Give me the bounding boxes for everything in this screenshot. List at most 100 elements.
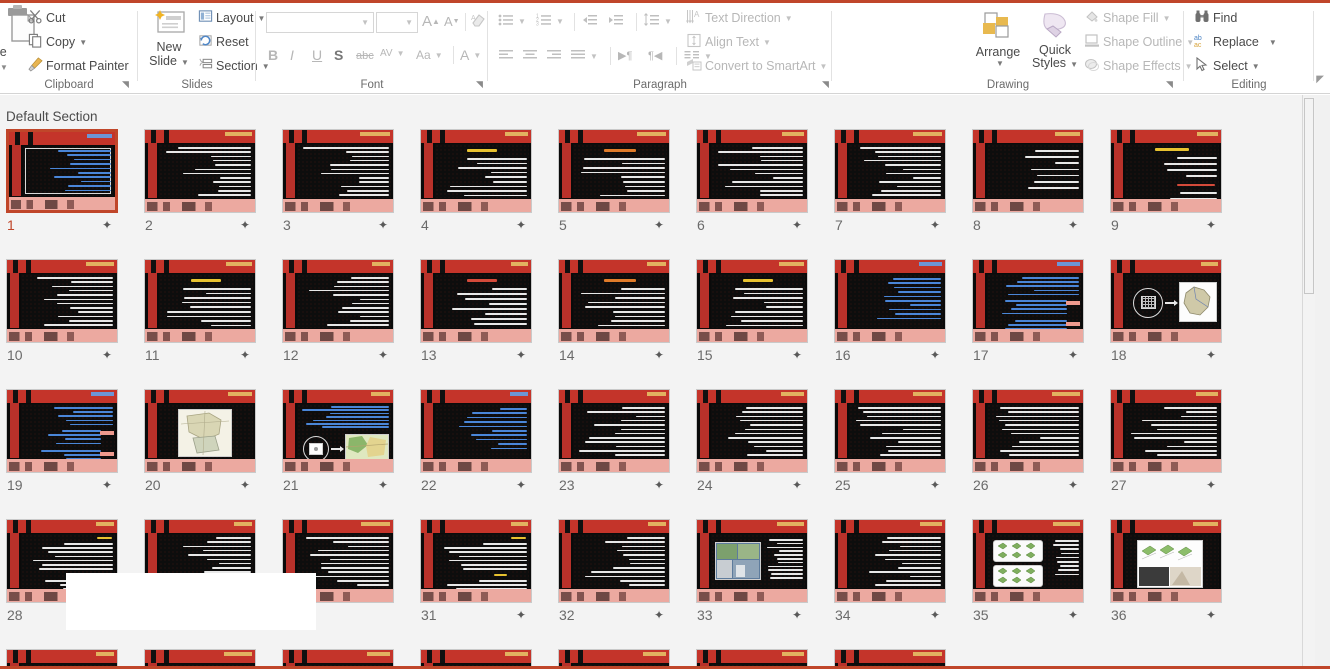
slide-thumbnail[interactable]: [144, 129, 256, 213]
rtl-direction-button[interactable]: ¶◀: [648, 49, 662, 62]
animation-star-icon[interactable]: ✦: [516, 479, 526, 491]
ltr-direction-button[interactable]: ▶¶: [618, 49, 632, 62]
slide-thumbnail[interactable]: [558, 519, 670, 603]
slide-thumbnail[interactable]: [1110, 129, 1222, 213]
convert-to-smartart-caret[interactable]: ▼: [819, 62, 827, 71]
section-header[interactable]: Default Section: [6, 109, 98, 124]
text-direction-button[interactable]: A Text Direction ▼: [686, 9, 793, 27]
select-caret[interactable]: ▼: [1252, 62, 1260, 71]
font-color-caret[interactable]: ▼: [473, 51, 481, 60]
change-case-button[interactable]: Aa ▼: [416, 48, 443, 62]
vertical-scrollbar-thumb[interactable]: [1304, 98, 1314, 294]
slide-thumbnail[interactable]: [420, 259, 532, 343]
animation-star-icon[interactable]: ✦: [930, 349, 940, 361]
replace-caret[interactable]: ▼: [1269, 38, 1277, 47]
strikethrough-button[interactable]: abc: [356, 50, 374, 62]
slide-thumbnail[interactable]: [420, 389, 532, 473]
line-spacing-button[interactable]: ▼: [644, 13, 672, 30]
animation-star-icon[interactable]: ✦: [516, 609, 526, 621]
slide-thumbnail[interactable]: [834, 389, 946, 473]
slide-thumbnail[interactable]: [558, 129, 670, 213]
slide-thumbnail[interactable]: [558, 389, 670, 473]
bold-button[interactable]: B: [268, 47, 278, 63]
slide-thumbnail[interactable]: [420, 129, 532, 213]
animation-star-icon[interactable]: ✦: [1206, 349, 1216, 361]
collapse-ribbon-button[interactable]: ◤: [1316, 74, 1324, 85]
animation-star-icon[interactable]: ✦: [792, 609, 802, 621]
italic-button[interactable]: I: [290, 47, 294, 63]
bullets-caret[interactable]: ▼: [518, 17, 526, 26]
slide-thumbnail[interactable]: [1110, 389, 1222, 473]
clipboard-dialog-launcher[interactable]: ◥: [120, 79, 131, 90]
slide-thumbnail[interactable]: [6, 389, 118, 473]
align-center-button[interactable]: [522, 49, 538, 64]
font-name-combo[interactable]: ▼: [266, 12, 374, 33]
align-text-button[interactable]: Align Text ▼: [686, 33, 771, 51]
animation-star-icon[interactable]: ✦: [240, 349, 250, 361]
animation-star-icon[interactable]: ✦: [792, 479, 802, 491]
animation-star-icon[interactable]: ✦: [1068, 609, 1078, 621]
slide-thumbnail[interactable]: [972, 389, 1084, 473]
animation-star-icon[interactable]: ✦: [1068, 219, 1078, 231]
animation-star-icon[interactable]: ✦: [792, 349, 802, 361]
reset-button[interactable]: Reset: [198, 33, 249, 51]
slide-thumbnail[interactable]: [972, 259, 1084, 343]
slide-thumbnail[interactable]: [144, 389, 256, 473]
animation-star-icon[interactable]: ✦: [930, 609, 940, 621]
arrange-button[interactable]: Arrange ▼: [970, 9, 1026, 68]
animation-star-icon[interactable]: ✦: [930, 479, 940, 491]
clear-formatting-button[interactable]: A: [470, 12, 486, 31]
justify-caret[interactable]: ▼: [590, 52, 598, 61]
slide-thumbnail[interactable]: [696, 389, 808, 473]
drawing-dialog-launcher[interactable]: ◥: [1164, 79, 1175, 90]
animation-star-icon[interactable]: ✦: [1206, 609, 1216, 621]
slide-sorter-pane[interactable]: Default Section 1 ✦ 2 ✦ 3 ✦ 4 ✦ 5 ✦ 6 ✦ …: [0, 95, 1330, 669]
shape-outline-button[interactable]: Shape Outline ▼: [1084, 33, 1194, 51]
animation-star-icon[interactable]: ✦: [102, 479, 112, 491]
slide-thumbnail[interactable]: [834, 129, 946, 213]
animation-star-icon[interactable]: ✦: [1206, 219, 1216, 231]
animation-star-icon[interactable]: ✦: [654, 219, 664, 231]
slide-thumbnail[interactable]: [420, 519, 532, 603]
format-painter-button[interactable]: Format Painter: [28, 57, 129, 75]
convert-to-smartart-button[interactable]: Convert to SmartArt ▼: [686, 57, 827, 75]
slide-thumbnail[interactable]: [696, 129, 808, 213]
paragraph-dialog-launcher[interactable]: ◥: [820, 79, 831, 90]
animation-star-icon[interactable]: ✦: [516, 219, 526, 231]
slide-thumbnail[interactable]: [282, 259, 394, 343]
font-size-caret[interactable]: ▼: [405, 18, 413, 27]
animation-star-icon[interactable]: ✦: [930, 219, 940, 231]
animation-star-icon[interactable]: ✦: [240, 479, 250, 491]
slide-thumbnail[interactable]: [1110, 519, 1222, 603]
slide-thumbnail[interactable]: [144, 259, 256, 343]
font-color-button[interactable]: A ▼: [460, 47, 481, 63]
slide-thumbnail[interactable]: [972, 129, 1084, 213]
quick-styles-button[interactable]: Quick Styles ▼: [1028, 9, 1082, 71]
animation-star-icon[interactable]: ✦: [378, 479, 388, 491]
animation-star-icon[interactable]: ✦: [1206, 479, 1216, 491]
align-right-button[interactable]: [546, 49, 562, 64]
text-direction-caret[interactable]: ▼: [785, 14, 793, 23]
animation-star-icon[interactable]: ✦: [102, 219, 112, 231]
animation-star-icon[interactable]: ✦: [1068, 349, 1078, 361]
character-spacing-caret[interactable]: ▼: [397, 49, 405, 58]
align-text-caret[interactable]: ▼: [763, 38, 771, 47]
slide-thumbnail[interactable]: [696, 519, 808, 603]
slide-thumbnail[interactable]: [696, 259, 808, 343]
character-spacing-button[interactable]: AV ▼: [380, 48, 405, 59]
bullets-button[interactable]: ▼: [498, 13, 526, 30]
animation-star-icon[interactable]: ✦: [240, 219, 250, 231]
shrink-font-button[interactable]: A ▼: [444, 14, 460, 29]
copy-button[interactable]: Copy ▼: [28, 33, 87, 51]
copy-dropdown-caret[interactable]: ▼: [79, 38, 87, 47]
slide-sorter-canvas[interactable]: Default Section 1 ✦ 2 ✦ 3 ✦ 4 ✦ 5 ✦ 6 ✦ …: [0, 95, 1302, 669]
slide-thumbnail[interactable]: [282, 389, 394, 473]
font-size-combo[interactable]: ▼: [376, 12, 418, 33]
grow-font-button[interactable]: A ▲: [422, 13, 440, 30]
slide-thumbnail[interactable]: [834, 519, 946, 603]
justify-button[interactable]: ▼: [570, 49, 598, 64]
animation-star-icon[interactable]: ✦: [654, 479, 664, 491]
animation-star-icon[interactable]: ✦: [1068, 479, 1078, 491]
animation-star-icon[interactable]: ✦: [654, 349, 664, 361]
underline-button[interactable]: U: [312, 47, 322, 63]
